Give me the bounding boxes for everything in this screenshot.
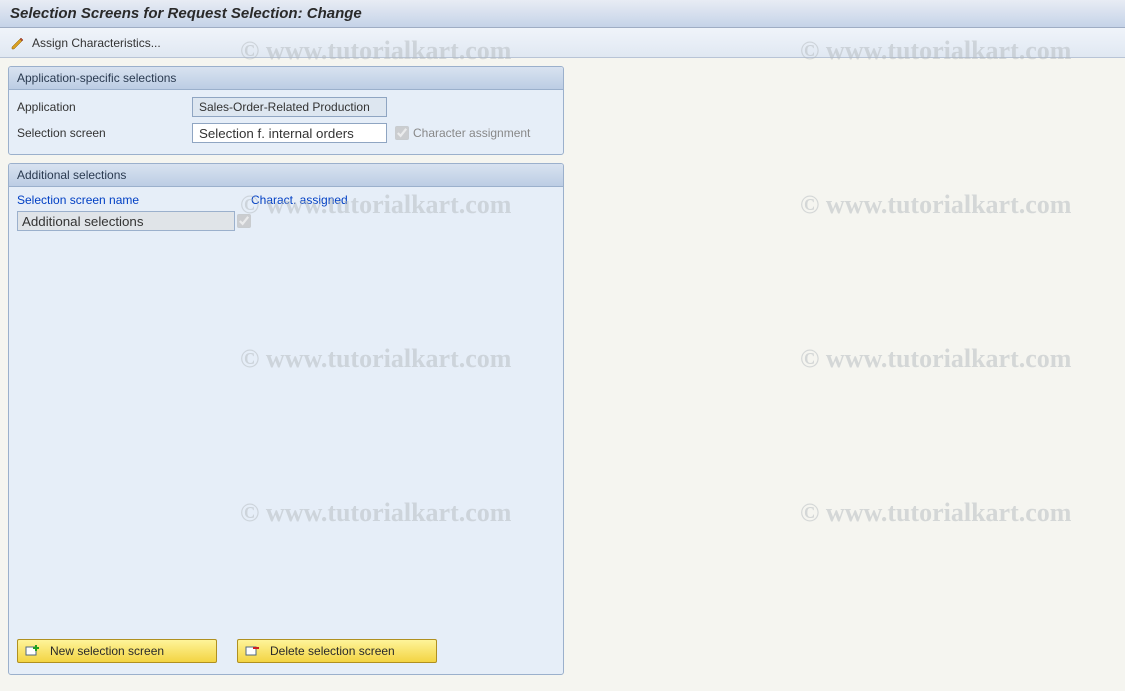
additional-selections-group: Additional selections Selection screen n… (8, 163, 564, 675)
charact-assigned-checkbox (237, 214, 251, 228)
toolbar: Assign Characteristics... (0, 28, 1125, 58)
application-field: Sales-Order-Related Production (192, 97, 387, 117)
charact-assigned-cell (235, 214, 255, 228)
table-row (17, 211, 555, 231)
page-title: Selection Screens for Request Selection:… (10, 5, 362, 22)
content-area: Application-specific selections Applicat… (0, 58, 1125, 691)
delete-icon (244, 643, 260, 659)
selection-screen-name-input[interactable] (17, 211, 235, 231)
column-header-selection-screen-name: Selection screen name (17, 191, 251, 209)
character-assignment-text: Character assignment (413, 126, 530, 140)
pencil-icon[interactable] (10, 35, 26, 51)
delete-selection-screen-button[interactable]: Delete selection screen (237, 639, 437, 663)
new-selection-screen-button[interactable]: New selection screen (17, 639, 217, 663)
button-label: New selection screen (50, 644, 164, 658)
column-header-charact-assigned: Charact. assigned (251, 191, 371, 209)
group-header: Application-specific selections (9, 67, 563, 90)
application-specific-selections-group: Application-specific selections Applicat… (8, 66, 564, 155)
group-header: Additional selections (9, 164, 563, 187)
selection-screen-label: Selection screen (17, 126, 192, 140)
create-icon (24, 643, 40, 659)
button-label: Delete selection screen (270, 644, 395, 658)
selection-screen-input[interactable] (192, 123, 387, 143)
character-assignment-checkbox (395, 126, 409, 140)
assign-characteristics-button[interactable]: Assign Characteristics... (32, 36, 161, 50)
application-label: Application (17, 100, 192, 114)
title-bar: Selection Screens for Request Selection:… (0, 0, 1125, 28)
character-assignment-checkbox-label: Character assignment (395, 126, 530, 140)
